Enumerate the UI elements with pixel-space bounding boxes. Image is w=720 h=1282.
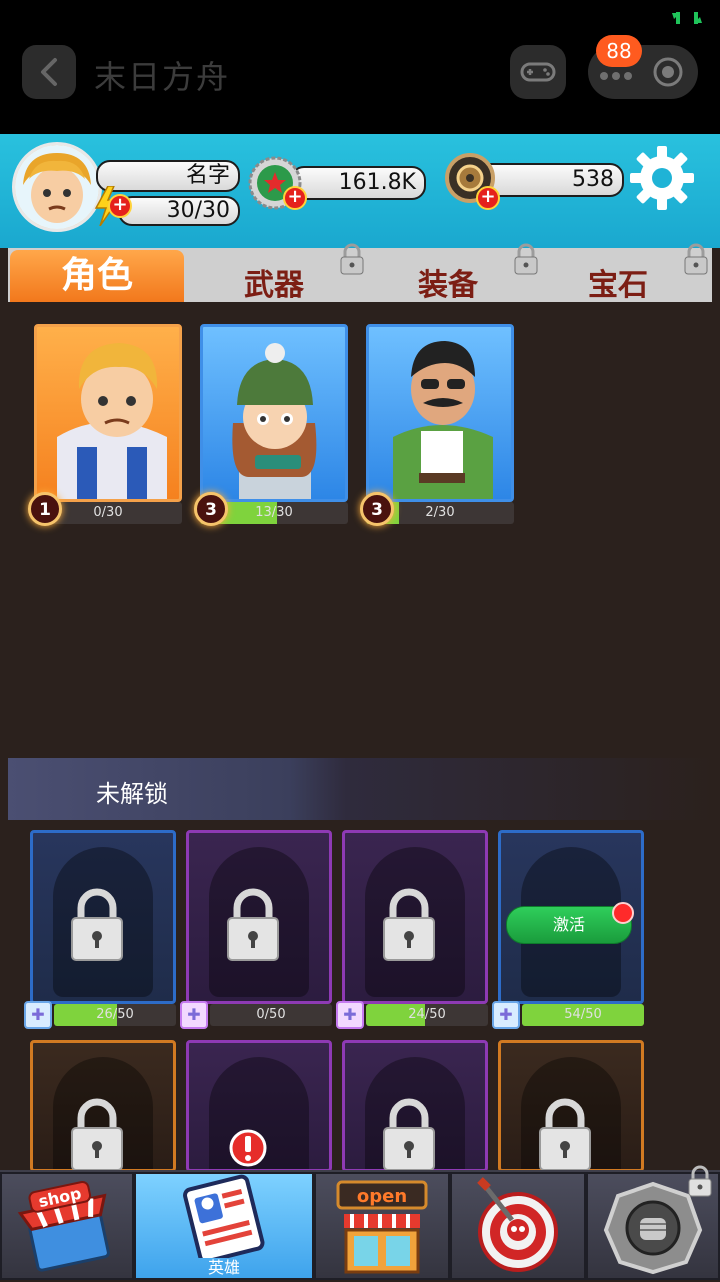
close-target-button[interactable] — [652, 56, 684, 88]
hero-progress-bar: 24/50 — [366, 1004, 488, 1026]
gamepad-icon — [520, 62, 556, 82]
tab-weapons[interactable]: 武器 — [244, 260, 304, 304]
more-button[interactable] — [598, 66, 638, 85]
shop-icon: shop — [17, 1180, 110, 1272]
notification-badge: 88 — [596, 35, 642, 67]
puzzle-piece-icon: ✚ — [492, 1001, 520, 1029]
back-button[interactable] — [22, 45, 76, 99]
tab-equipment[interactable]: 装备 — [418, 260, 478, 304]
player-avatar[interactable] — [12, 142, 102, 232]
lock-icon — [340, 242, 364, 276]
hero-level-badge: 3 — [194, 492, 228, 526]
lock-icon — [69, 886, 125, 962]
open-sign-text: open — [357, 1186, 407, 1207]
hero-progress-text: 13/30 — [255, 505, 293, 520]
hero-progress-text: 0/30 — [93, 505, 123, 520]
lock-icon — [69, 1096, 125, 1172]
coin-value: 161.8K — [290, 166, 426, 200]
add-energy-button[interactable]: + — [108, 194, 132, 218]
alert-dot — [612, 902, 634, 924]
hero-progress-bar: 26/50 — [54, 1004, 176, 1026]
gear-icon — [630, 146, 694, 210]
hero-progress-text: 26/50 — [96, 1007, 134, 1022]
gamepad-button[interactable] — [510, 45, 566, 99]
hero-progress-bar: 54/50 — [522, 1004, 644, 1026]
nav-heroes-label: 英雄 — [208, 1258, 241, 1277]
tab-gems[interactable]: 宝石 — [588, 260, 648, 304]
app-title: 末日方舟 — [94, 58, 231, 96]
energy-value: 30/30 — [118, 196, 240, 226]
tab-roles[interactable]: 角色 — [10, 250, 184, 302]
hero-card[interactable] — [366, 324, 514, 502]
alert-badge-icon — [228, 1128, 268, 1172]
hero-mustache-portrait — [393, 341, 493, 499]
hero-progress-text: 54/50 — [564, 1007, 602, 1022]
chevron-left-icon — [41, 58, 57, 86]
settings-button[interactable] — [628, 144, 696, 216]
hero-level-badge: 3 — [360, 492, 394, 526]
hero-progress-bar: 0/50 — [210, 1004, 332, 1026]
locked-section-title: 未解锁 — [96, 780, 168, 808]
store-icon: open — [336, 1180, 428, 1274]
fullscreen-icon — [670, 10, 704, 30]
nav-missions[interactable] — [450, 1172, 586, 1280]
more-dots-icon — [600, 72, 632, 80]
hero-progress-text: 24/50 — [408, 1007, 446, 1022]
nav-shop[interactable]: shop — [0, 1172, 134, 1280]
hero-card-icon — [183, 1174, 265, 1264]
hero-face-icon — [15, 145, 99, 229]
lock-icon — [514, 242, 538, 276]
hero-girl-portrait — [232, 343, 317, 499]
lock-icon — [684, 242, 708, 276]
lock-icon — [225, 886, 281, 962]
skull-target-icon — [477, 1177, 558, 1272]
hero-card[interactable] — [34, 324, 182, 502]
add-coin-button[interactable]: + — [283, 186, 307, 210]
lock-icon — [381, 886, 437, 962]
lock-icon — [381, 1096, 437, 1172]
hero-level-badge: 1 — [28, 492, 62, 526]
puzzle-piece-icon: ✚ — [336, 1001, 364, 1029]
lock-icon — [537, 1096, 593, 1172]
hero-card[interactable] — [200, 324, 348, 502]
hero-progress-text: 0/50 — [256, 1007, 286, 1022]
nav-store[interactable]: open — [314, 1172, 450, 1280]
hero-progress-text: 2/30 — [425, 505, 455, 520]
puzzle-piece-icon: ✚ — [180, 1001, 208, 1029]
target-icon — [653, 57, 683, 87]
hero-blond-portrait — [57, 343, 167, 499]
add-gem-button[interactable]: + — [476, 186, 500, 210]
puzzle-piece-icon: ✚ — [24, 1001, 52, 1029]
lock-icon — [688, 1164, 712, 1198]
